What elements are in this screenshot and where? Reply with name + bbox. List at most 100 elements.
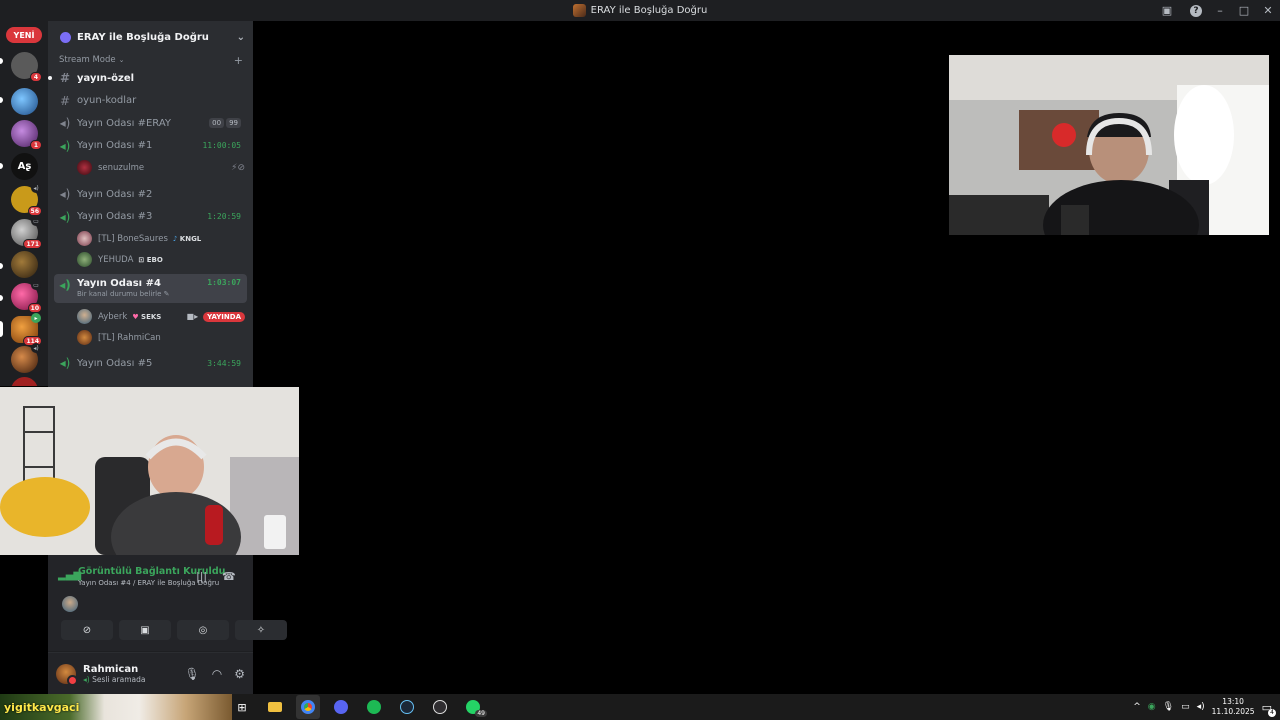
microphone-icon[interactable]: 🎙︎ bbox=[185, 667, 200, 681]
channel-yayin-ozel[interactable]: # yayın-özel bbox=[48, 67, 247, 90]
soundboard-button[interactable]: ✧ bbox=[235, 620, 287, 640]
whatsapp-icon[interactable]: 49 bbox=[461, 695, 487, 719]
clan-tag: ⊡ EBO bbox=[138, 256, 162, 264]
avatar bbox=[77, 231, 92, 246]
webcam-right-image bbox=[949, 55, 1269, 235]
voice-user[interactable]: YEHUDA ⊡ EBO bbox=[48, 249, 253, 270]
speaker-icon: ◂) bbox=[31, 183, 41, 193]
live-badge: YAYINDA bbox=[203, 311, 245, 322]
user-count: 00 bbox=[209, 118, 225, 129]
voice-channel-4[interactable]: ◂) Yayın Odası #4 1:03:07 Bir kanal duru… bbox=[54, 274, 247, 303]
noise-suppression-icon[interactable]: ||| bbox=[196, 570, 207, 583]
voice-channel-5[interactable]: ◂) Yayın Odası #5 3:44:59 bbox=[54, 352, 247, 375]
channel-status[interactable]: Bir kanal durumu belirle ✎ bbox=[77, 290, 170, 298]
screen-share-button[interactable]: ▣ bbox=[119, 620, 171, 640]
channel-timer: 1:03:07 bbox=[207, 278, 241, 287]
disconnect-icon[interactable]: ☎ bbox=[222, 570, 236, 583]
volume-icon[interactable]: ◂) bbox=[1197, 702, 1205, 712]
server-icon-6[interactable]: ▭ 171 bbox=[11, 216, 42, 249]
speaker-icon: ◂) bbox=[59, 138, 71, 153]
channel-name: Yayın Odası #1 bbox=[77, 140, 153, 152]
notification-count: 49 bbox=[475, 710, 487, 717]
new-badge[interactable]: YENİ bbox=[6, 27, 42, 43]
clan-tag: ♪ KNGL bbox=[173, 235, 201, 243]
speaker-icon: ◂) bbox=[59, 278, 71, 292]
tray-app-icon[interactable]: ◉ bbox=[1148, 702, 1156, 712]
steam-icon[interactable] bbox=[395, 695, 419, 719]
server-icon-2[interactable] bbox=[11, 88, 38, 115]
unread-pill bbox=[0, 58, 3, 64]
chevron-up-icon[interactable]: ^ bbox=[1133, 702, 1141, 712]
obs-icon[interactable] bbox=[428, 695, 452, 719]
unread-pill bbox=[0, 263, 3, 269]
server-icon-9[interactable]: ▸ 114 bbox=[11, 313, 42, 346]
mention-badge: 1 bbox=[30, 140, 42, 150]
maximize-button[interactable]: □ bbox=[1232, 0, 1256, 21]
gear-icon[interactable]: ⚙ bbox=[234, 667, 245, 681]
unread-pill bbox=[0, 295, 3, 301]
voice-user[interactable]: [TL] RahmiCan bbox=[48, 327, 253, 348]
server-icon-7[interactable] bbox=[11, 251, 38, 278]
user-name: senuzulme bbox=[98, 162, 145, 173]
chrome-icon[interactable] bbox=[296, 695, 320, 719]
soundboard-icon: ✧ bbox=[256, 624, 266, 636]
heart-icon: ♥ bbox=[132, 312, 139, 321]
server-icon-3[interactable]: 1 bbox=[11, 120, 42, 150]
user-name: Rahmican bbox=[83, 663, 139, 675]
user-info[interactable]: Rahmican ◂) Sesli aramada bbox=[83, 664, 145, 684]
task-view-icon[interactable]: ⊞ bbox=[230, 695, 254, 719]
discord-icon[interactable] bbox=[329, 695, 353, 719]
clan-tag: ♥ SEKS bbox=[132, 313, 161, 321]
server-header[interactable]: ERAY ile Boşluğa Doğru ⌄ bbox=[48, 21, 253, 53]
window-title: ERAY ile Boşluğa Doğru bbox=[590, 5, 708, 16]
camera-off-button[interactable]: ⊘ bbox=[61, 620, 113, 640]
server-logo-icon bbox=[572, 4, 586, 17]
clan-tag-text: KNGL bbox=[179, 234, 202, 243]
clock-date: 11.10.2025 bbox=[1211, 707, 1255, 716]
live-indicator[interactable]: ■▸ YAYINDA bbox=[186, 311, 245, 322]
stream-mode-label: Stream Mode bbox=[59, 55, 116, 65]
headphones-icon[interactable]: ◠ bbox=[212, 667, 222, 681]
help-icon[interactable]: ? bbox=[1184, 0, 1208, 21]
file-explorer-icon[interactable] bbox=[263, 695, 287, 719]
notification-badge: 4 bbox=[1268, 708, 1276, 717]
screen-icon: ▭ bbox=[31, 280, 41, 290]
server-icon-11[interactable] bbox=[11, 377, 38, 386]
spotify-icon[interactable] bbox=[362, 695, 386, 719]
channel-oyun-kodlar[interactable]: # oyun-kodlar bbox=[54, 90, 247, 113]
avatar[interactable] bbox=[62, 596, 78, 612]
avatar[interactable] bbox=[56, 663, 78, 686]
minimize-button[interactable]: – bbox=[1208, 0, 1232, 21]
mention-badge: 171 bbox=[23, 239, 42, 249]
user-status-text: Sesli aramada bbox=[92, 674, 146, 684]
close-button[interactable]: ✕ bbox=[1256, 0, 1280, 21]
server-icon-5[interactable]: ◂) 56 bbox=[11, 183, 42, 216]
hashtag-icon: # bbox=[59, 71, 71, 86]
channel-timer: 3:44:59 bbox=[207, 358, 241, 368]
activity-button[interactable]: ◎ bbox=[177, 620, 229, 640]
voice-channel-1[interactable]: ◂) Yayın Odası #1 11:00:05 bbox=[54, 135, 247, 158]
notification-center-icon[interactable]: ▭ 4 bbox=[1262, 701, 1276, 717]
clock[interactable]: 13:10 11.10.2025 bbox=[1212, 697, 1255, 717]
server-icon-8[interactable]: ▭ 10 bbox=[11, 280, 42, 313]
voice-user[interactable]: Ayberk ♥ SEKS ■▸ YAYINDA bbox=[48, 306, 253, 327]
server-icon-4[interactable]: Aʂ bbox=[11, 153, 38, 180]
add-channel-icon[interactable]: + bbox=[234, 54, 243, 67]
inbox-icon[interactable]: ▣ bbox=[1150, 0, 1184, 21]
microphone-icon[interactable]: 🎙︎ bbox=[1163, 702, 1174, 712]
voice-channel-2[interactable]: ◂) Yayın Odası #2 bbox=[54, 183, 247, 206]
voice-channel-eray[interactable]: ◂) Yayın Odası #ERAY 00 99 bbox=[54, 112, 247, 135]
user-name: [TL] RahmiCan bbox=[98, 332, 161, 343]
channel-name: Yayın Odası #4 bbox=[77, 278, 161, 289]
camera-icon: ■▸ bbox=[186, 312, 199, 321]
network-icon[interactable]: ▭ bbox=[1181, 702, 1190, 712]
server-name: ERAY ile Boşluğa Doğru bbox=[77, 31, 209, 43]
stream-mode-category[interactable]: Stream Mode ⌄ + bbox=[48, 53, 253, 67]
voice-channel-3[interactable]: ◂) Yayın Odası #3 1:20:59 bbox=[54, 206, 247, 229]
chevron-down-icon: ⌄ bbox=[236, 31, 245, 43]
mention-badge: 56 bbox=[27, 206, 42, 216]
voice-user[interactable]: [TL] BoneSaures ♪ KNGL bbox=[48, 228, 253, 249]
server-icon-1[interactable]: 4 bbox=[11, 52, 42, 82]
server-icon-10[interactable]: ◂) bbox=[11, 343, 41, 373]
voice-user[interactable]: senuzulme ⚡⊘ bbox=[48, 157, 253, 178]
